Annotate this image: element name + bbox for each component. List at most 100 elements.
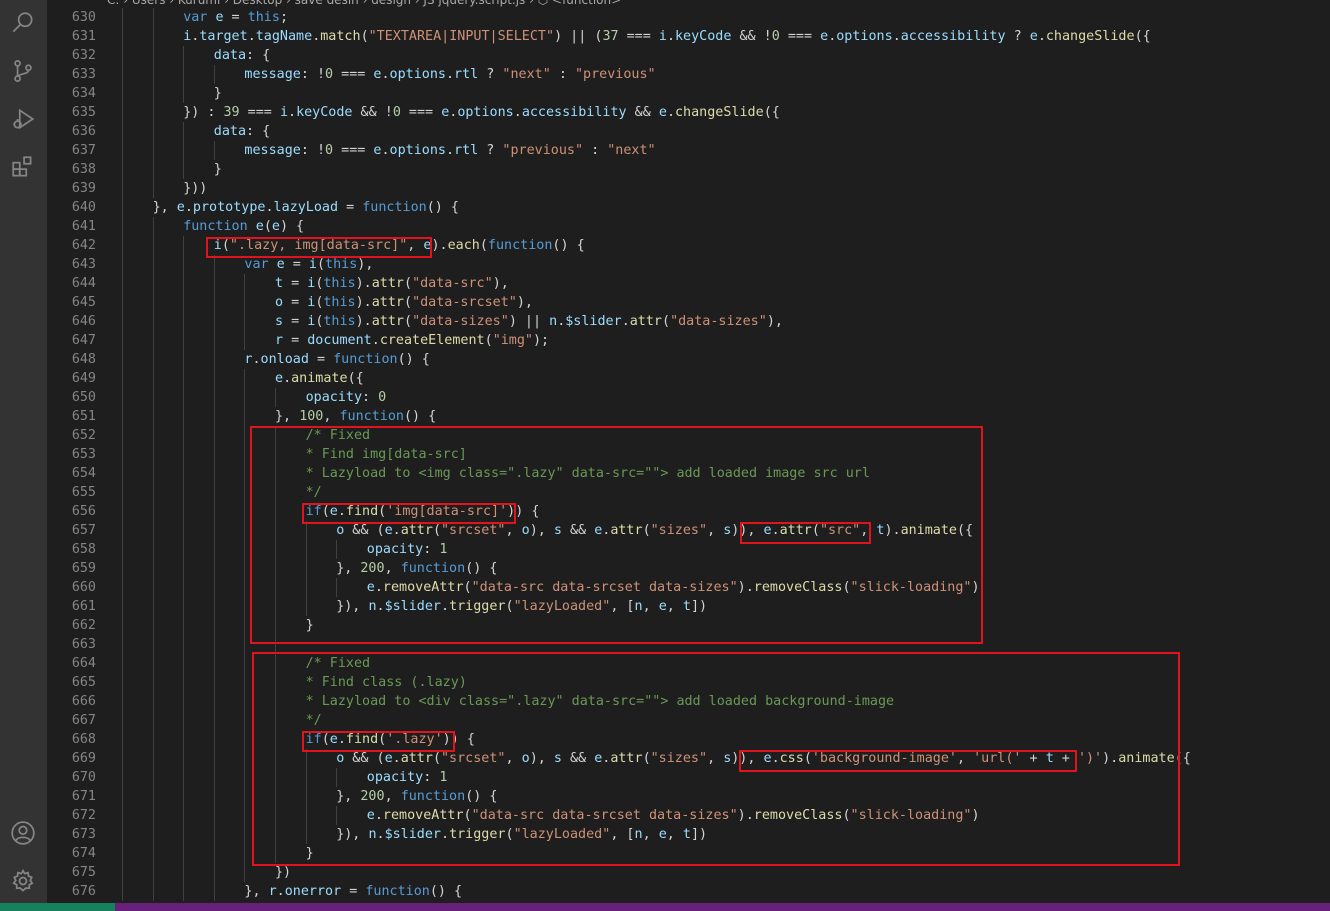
line-number[interactable]: 658 (47, 540, 96, 559)
line-number[interactable]: 672 (47, 806, 96, 825)
code-line[interactable]: 646 s = i(this).attr("data-sizes") || n.$… (47, 312, 1330, 331)
code-line[interactable]: 630 var e = this; (47, 8, 1330, 27)
code-line[interactable]: 653 * Find img[data-src] (47, 445, 1330, 464)
code-text[interactable]: } (214, 160, 222, 179)
status-remote-indicator[interactable] (0, 903, 115, 911)
code-line[interactable]: 665 * Find class (.lazy) (47, 673, 1330, 692)
code-line[interactable]: 635}) : 39 === i.keyCode && !0 === e.opt… (47, 103, 1330, 122)
code-line[interactable]: 657 o && (e.attr("srcset", o), s && e.att… (47, 521, 1330, 540)
code-line[interactable]: 638} (47, 160, 1330, 179)
code-line[interactable]: 649 e.animate({ (47, 369, 1330, 388)
line-number[interactable]: 637 (47, 141, 96, 160)
line-number[interactable]: 655 (47, 483, 96, 502)
code-line[interactable]: 656 if(e.find('img[data-src]')) { (47, 502, 1330, 521)
code-text[interactable]: * Find class (.lazy) (306, 673, 467, 692)
code-text[interactable]: s = i(this).attr("data-sizes") || n.$sli… (275, 312, 783, 331)
code-text[interactable]: * Lazyload to <div class=".lazy" data-sr… (306, 692, 895, 711)
code-text[interactable]: i.target.tagName.match("TEXTAREA|INPUT|S… (183, 27, 1151, 46)
line-number[interactable]: 645 (47, 293, 96, 312)
line-number[interactable]: 674 (47, 844, 96, 863)
code-text[interactable]: message: !0 === e.options.rtl ? "previou… (244, 141, 655, 160)
code-text[interactable]: }) : 39 === i.keyCode && !0 === e.option… (183, 103, 780, 122)
code-line[interactable]: 661 }), n.$slider.trigger("lazyLoaded", [… (47, 597, 1330, 616)
code-line[interactable]: 632 data: { (47, 46, 1330, 65)
line-number[interactable]: 638 (47, 160, 96, 179)
line-number[interactable]: 633 (47, 65, 96, 84)
code-text[interactable]: }), n.$slider.trigger("lazyLoaded", [n, … (336, 597, 707, 616)
code-line[interactable]: 662} (47, 616, 1330, 635)
code-text[interactable]: e.removeAttr("data-src data-srcset data-… (367, 578, 980, 597)
line-number[interactable]: 656 (47, 502, 96, 521)
extensions-icon[interactable] (8, 152, 38, 182)
code-line[interactable]: 673 }), n.$slider.trigger("lazyLoaded", [… (47, 825, 1330, 844)
code-line[interactable]: 655 */ (47, 483, 1330, 502)
line-number[interactable]: 670 (47, 768, 96, 787)
code-line[interactable]: 669 o && (e.attr("srcset", o), s && e.att… (47, 749, 1330, 768)
line-number[interactable]: 653 (47, 445, 96, 464)
code-line[interactable]: 639})) (47, 179, 1330, 198)
account-icon[interactable] (8, 818, 38, 848)
code-line[interactable]: 658 opacity: 1 (47, 540, 1330, 559)
code-line[interactable]: 648 r.onload = function() { (47, 350, 1330, 369)
line-number[interactable]: 643 (47, 255, 96, 274)
gear-icon[interactable] (8, 866, 38, 896)
code-text[interactable]: } (306, 844, 314, 863)
code-line[interactable]: 642 i(".lazy, img[data-src]", e).each(fun… (47, 236, 1330, 255)
line-number[interactable]: 639 (47, 179, 96, 198)
line-number[interactable]: 652 (47, 426, 96, 445)
line-number[interactable]: 632 (47, 46, 96, 65)
code-line[interactable]: 671}, 200, function() { (47, 787, 1330, 806)
code-text[interactable]: o && (e.attr("srcset", o), s && e.attr("… (336, 521, 973, 540)
line-number[interactable]: 648 (47, 350, 96, 369)
source-control-icon[interactable] (8, 56, 38, 86)
line-number[interactable]: 676 (47, 882, 96, 901)
line-number[interactable]: 661 (47, 597, 96, 616)
code-line[interactable]: 651 }, 100, function() { (47, 407, 1330, 426)
code-text[interactable]: r.onload = function() { (244, 350, 429, 369)
code-text[interactable]: } (306, 616, 314, 635)
code-text[interactable]: opacity: 1 (367, 540, 448, 559)
line-number[interactable]: 666 (47, 692, 96, 711)
line-number[interactable]: 634 (47, 84, 96, 103)
line-number[interactable]: 630 (47, 8, 96, 27)
line-number[interactable]: 651 (47, 407, 96, 426)
code-text[interactable]: var e = this; (183, 8, 288, 27)
line-number[interactable]: 642 (47, 236, 96, 255)
line-number[interactable]: 646 (47, 312, 96, 331)
code-text[interactable]: t = i(this).attr("data-src"), (275, 274, 509, 293)
code-text[interactable]: opacity: 1 (367, 768, 448, 787)
code-line[interactable]: 674} (47, 844, 1330, 863)
code-text[interactable]: o && (e.attr("srcset", o), s && e.attr("… (336, 749, 1191, 768)
code-area[interactable]: 630 var e = this; 631 i.target.tagName.matc… (47, 8, 1330, 901)
code-text[interactable]: o = i(this).attr("data-srcset"), (275, 293, 533, 312)
code-line[interactable]: 640 }, e.prototype.lazyLoad = function() … (47, 198, 1330, 217)
line-number[interactable]: 640 (47, 198, 96, 217)
line-number[interactable]: 644 (47, 274, 96, 293)
line-number[interactable]: 673 (47, 825, 96, 844)
code-line[interactable]: 668 if(e.find('.lazy')) { (47, 730, 1330, 749)
code-text[interactable]: * Find img[data-src] (306, 445, 467, 464)
code-text[interactable]: })) (183, 179, 207, 198)
run-debug-icon[interactable] (8, 104, 38, 134)
line-number[interactable]: 662 (47, 616, 96, 635)
code-line[interactable]: 676 }, r.onerror = function() { (47, 882, 1330, 901)
code-line[interactable]: 633 message: !0 === e.options.rtl ? "next… (47, 65, 1330, 84)
line-number[interactable]: 660 (47, 578, 96, 597)
code-text[interactable]: }, 100, function() { (275, 407, 436, 426)
code-text[interactable]: }, e.prototype.lazyLoad = function() { (153, 198, 459, 217)
code-text[interactable]: /* Fixed (306, 426, 371, 445)
code-text[interactable]: }), n.$slider.trigger("lazyLoaded", [n, … (336, 825, 707, 844)
line-number[interactable]: 665 (47, 673, 96, 692)
line-number[interactable]: 659 (47, 559, 96, 578)
line-number[interactable]: 657 (47, 521, 96, 540)
code-line[interactable]: 667 */ (47, 711, 1330, 730)
code-text[interactable]: i(".lazy, img[data-src]", e).each(functi… (214, 236, 585, 255)
code-text[interactable]: data: { (214, 46, 270, 65)
code-text[interactable]: */ (306, 711, 322, 730)
line-number[interactable]: 636 (47, 122, 96, 141)
code-text[interactable]: }, r.onerror = function() { (244, 882, 462, 901)
code-line[interactable]: 643 var e = i(this), (47, 255, 1330, 274)
code-line[interactable]: 645 o = i(this).attr("data-srcset"), (47, 293, 1330, 312)
code-text[interactable]: } (214, 84, 222, 103)
line-number[interactable]: 664 (47, 654, 96, 673)
